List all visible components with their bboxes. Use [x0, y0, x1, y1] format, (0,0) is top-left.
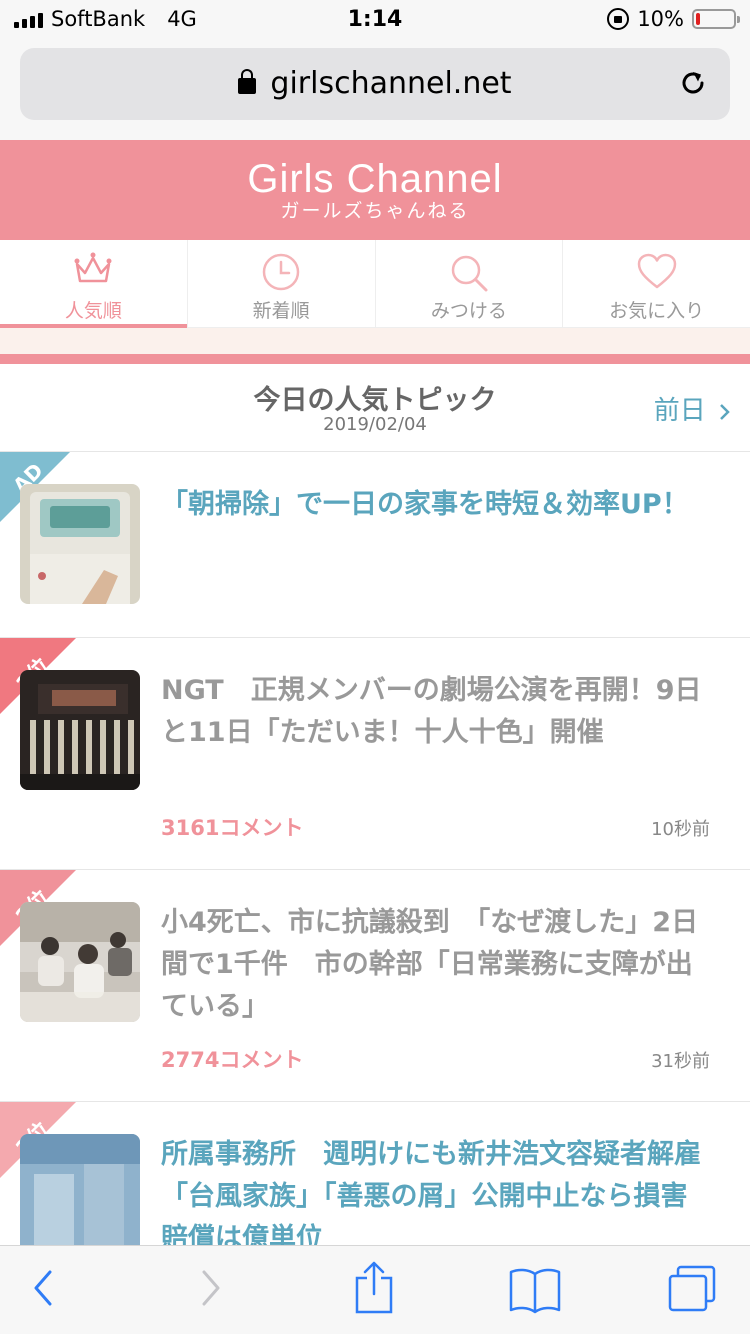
ranking-date: 2019/02/04: [323, 414, 427, 435]
tab-popular[interactable]: 人気順: [0, 240, 188, 328]
tabs-icon[interactable]: [666, 1264, 718, 1314]
comment-count[interactable]: 2774コメント: [161, 1044, 303, 1074]
topic-item-rank-1[interactable]: 1位 NGT 正規メンバーの劇場公演を再開！9日と11日「ただいま！十人十色」開…: [0, 638, 750, 870]
bookmarks-icon[interactable]: [508, 1266, 562, 1314]
tab-label: 新着順: [252, 300, 310, 322]
chevron-right-icon: [720, 403, 730, 420]
tab-favorites[interactable]: お気に入り: [563, 240, 750, 327]
topic-thumbnail[interactable]: [20, 902, 140, 1022]
topic-title[interactable]: NGT 正規メンバーの劇場公演を再開！9日と11日「ただいま！十人十色」開催: [161, 670, 714, 754]
reload-icon[interactable]: [678, 68, 708, 98]
address-bar[interactable]: girlschannel.net: [20, 48, 730, 120]
previous-day-label: 前日: [653, 396, 706, 426]
battery-percent: 10%: [637, 7, 684, 31]
time-ago: 10秒前: [651, 819, 710, 840]
forward-icon[interactable]: [198, 1268, 224, 1308]
browser-toolbar: [0, 1245, 750, 1334]
ranking-header: 今日の人気トピック 2019/02/04 前日: [0, 364, 750, 452]
topic-title[interactable]: 所属事務所 週明けにも新井浩文容疑者解雇 「台風家族」「善悪の屑」公開中止なら損…: [161, 1134, 728, 1260]
topic-item-rank-2[interactable]: 2位 小4死亡、市に抗議殺到 「なぜ渡した」2日間で1千件 市の幹部「日常業務に…: [0, 870, 750, 1102]
topic-thumbnail[interactable]: [20, 1134, 140, 1254]
site-logo: Girls Channel: [247, 157, 503, 201]
tab-newest[interactable]: 新着順: [188, 240, 376, 327]
divider-band: [0, 328, 750, 354]
status-bar: SoftBank 4G 1:14 10%: [0, 0, 750, 40]
comment-count[interactable]: 3161コメント: [161, 812, 303, 842]
tab-bar: 人気順 新着順 みつける お気に入り: [0, 240, 750, 328]
tab-label: みつける: [430, 300, 507, 322]
ranking-title: 今日の人気トピック: [253, 385, 497, 416]
topic-item-ad[interactable]: AD 「朝掃除」で一日の家事を時短＆効率UP！: [0, 452, 750, 638]
tab-find[interactable]: みつける: [376, 240, 564, 327]
tab-label: 人気順: [64, 300, 122, 322]
topic-title[interactable]: 「朝掃除」で一日の家事を時短＆効率UP！: [161, 484, 714, 526]
clock-icon: [262, 253, 300, 291]
crown-icon: [74, 252, 112, 283]
battery-icon: [692, 9, 740, 29]
topic-thumbnail[interactable]: [20, 484, 140, 604]
orientation-lock-icon: [607, 8, 630, 30]
url-display[interactable]: girlschannel.net: [20, 66, 730, 101]
heart-icon: [637, 253, 676, 289]
topic-thumbnail[interactable]: [20, 670, 140, 790]
topic-title[interactable]: 小4死亡、市に抗議殺到 「なぜ渡した」2日間で1千件 市の幹部「日常業務に支障が…: [161, 902, 714, 1028]
search-icon: [451, 255, 488, 292]
tab-label: お気に入り: [609, 300, 705, 322]
url-text: girlschannel.net: [270, 66, 512, 101]
site-header[interactable]: Girls Channel ガールズちゃんねる: [0, 140, 750, 240]
previous-day-link[interactable]: 前日: [654, 390, 732, 427]
back-icon[interactable]: [30, 1268, 56, 1308]
lock-icon: [238, 69, 257, 94]
battery-level: [696, 13, 700, 25]
site-logo-sub: ガールズちゃんねる: [280, 200, 470, 222]
browser-address-area: girlschannel.net: [0, 40, 750, 140]
share-icon[interactable]: [352, 1260, 396, 1316]
status-right: 10%: [607, 7, 740, 31]
time-ago: 31秒前: [651, 1051, 710, 1072]
divider-line: [0, 354, 750, 364]
